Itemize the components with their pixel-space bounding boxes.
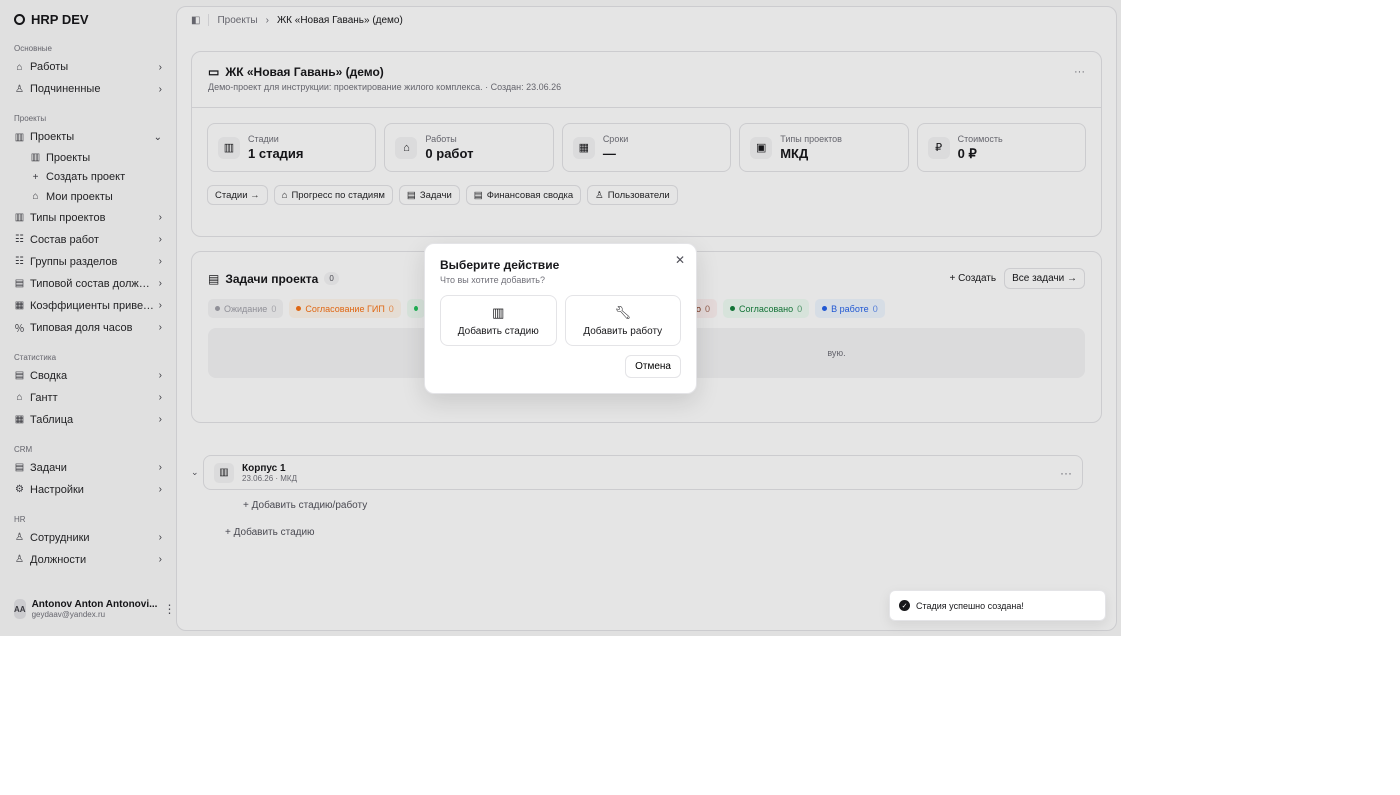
check-circle-icon: ✓	[899, 600, 910, 611]
dialog-subtitle: Что вы хотите добавить?	[440, 275, 545, 285]
wrench-icon: 🔧︎	[614, 304, 631, 320]
close-icon[interactable]: ✕	[675, 253, 685, 267]
dialog-options: ▥ Добавить стадию 🔧︎ Добавить работу	[440, 295, 681, 346]
dialog-title: Выберите действие	[440, 258, 560, 272]
cancel-button[interactable]: Отмена	[625, 355, 681, 378]
add-stage-option[interactable]: ▥ Добавить стадию	[440, 295, 557, 346]
toast-message: Стадия успешно создана!	[916, 600, 1024, 611]
add-work-option[interactable]: 🔧︎ Добавить работу	[564, 295, 681, 346]
success-toast: ✓ Стадия успешно создана!	[889, 590, 1106, 621]
add-stage-option-label: Добавить стадию	[457, 325, 539, 337]
choose-action-dialog: Выберите действие Что вы хотите добавить…	[424, 243, 697, 394]
add-work-option-label: Добавить работу	[583, 325, 663, 337]
building-icon: ▥	[492, 304, 505, 320]
